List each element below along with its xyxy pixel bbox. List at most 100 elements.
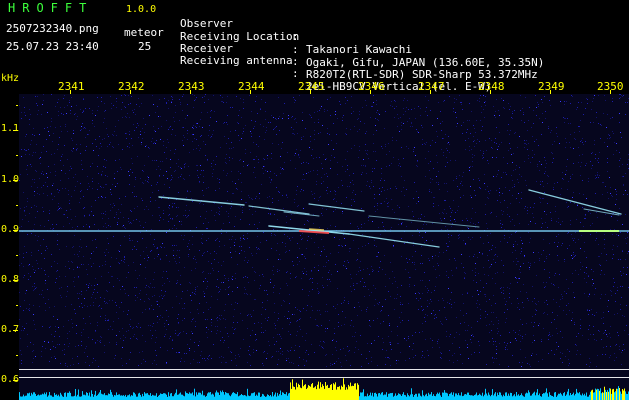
noise-pixel (426, 240, 427, 241)
noise-pixel (289, 238, 290, 239)
noise-pixel (51, 254, 52, 255)
noise-pixel (533, 123, 534, 124)
noise-pixel (174, 121, 175, 122)
noise-pixel (247, 277, 248, 278)
noise-pixel (81, 332, 82, 333)
noise-pixel (42, 326, 43, 327)
noise-pixel (546, 258, 547, 259)
noise-pixel (240, 348, 241, 349)
noise-pixel (232, 158, 233, 159)
noise-pixel (87, 189, 88, 190)
noise-pixel (355, 347, 356, 348)
noise-pixel (69, 200, 70, 201)
noise-pixel (280, 167, 281, 168)
noise-pixel (231, 352, 232, 353)
noise-pixel (247, 233, 248, 234)
noise-pixel (382, 338, 383, 339)
noise-pixel (292, 314, 293, 315)
strip-bar (133, 392, 134, 400)
noise-pixel (507, 214, 508, 215)
noise-pixel (107, 291, 108, 292)
noise-pixel (382, 306, 383, 307)
noise-pixel (67, 366, 68, 367)
strip-bar (248, 395, 249, 400)
noise-pixel (316, 325, 317, 326)
noise-pixel (143, 359, 144, 360)
noise-pixel (30, 114, 31, 115)
noise-pixel (301, 254, 302, 255)
strip-bar (563, 393, 564, 400)
noise-pixel (589, 293, 590, 294)
noise-pixel (130, 338, 131, 339)
noise-pixel (34, 135, 35, 136)
noise-pixel (265, 119, 266, 120)
strip-bar (380, 394, 381, 400)
noise-pixel (24, 210, 25, 211)
noise-pixel (418, 218, 419, 219)
noise-pixel (95, 200, 96, 201)
noise-pixel (202, 97, 203, 98)
noise-pixel (565, 147, 566, 148)
noise-pixel (487, 228, 488, 229)
noise-pixel (527, 149, 528, 150)
strip-bar (415, 393, 416, 400)
noise-pixel (492, 148, 493, 149)
noise-pixel (586, 273, 587, 274)
noise-pixel (163, 219, 164, 220)
noise-pixel (55, 347, 56, 348)
noise-pixel (555, 206, 556, 207)
noise-pixel (231, 148, 232, 149)
noise-pixel (175, 170, 176, 171)
noise-pixel (256, 196, 257, 197)
noise-pixel (136, 287, 137, 288)
noise-pixel (422, 293, 423, 294)
noise-pixel (114, 358, 115, 359)
noise-pixel (235, 130, 236, 131)
noise-pixel (394, 309, 395, 310)
noise-pixel (312, 194, 313, 195)
noise-pixel (290, 210, 291, 211)
noise-pixel (128, 265, 129, 266)
noise-pixel (439, 310, 440, 311)
noise-pixel (41, 114, 42, 115)
noise-pixel (504, 200, 505, 201)
noise-pixel (25, 154, 26, 155)
noise-pixel (320, 314, 321, 315)
noise-pixel (483, 95, 484, 96)
strip-bar (298, 383, 299, 400)
noise-pixel (65, 365, 66, 366)
noise-pixel (284, 316, 285, 317)
noise-pixel (525, 180, 526, 181)
noise-pixel (86, 269, 87, 270)
noise-pixel (553, 187, 554, 188)
noise-pixel (139, 106, 140, 107)
noise-pixel (625, 190, 626, 191)
noise-pixel (99, 305, 100, 306)
noise-pixel (100, 340, 101, 341)
noise-pixel (139, 221, 140, 222)
noise-pixel (386, 154, 387, 155)
noise-pixel (299, 261, 300, 262)
noise-pixel (249, 346, 250, 347)
noise-pixel (567, 248, 568, 249)
noise-pixel (400, 166, 401, 167)
noise-pixel (425, 144, 426, 145)
noise-pixel (585, 165, 586, 166)
noise-pixel (265, 309, 266, 310)
strip-bar (604, 386, 605, 400)
strip-bar (291, 388, 292, 400)
noise-pixel (178, 334, 179, 335)
noise-pixel (43, 193, 44, 194)
noise-pixel (491, 321, 492, 322)
noise-pixel (281, 305, 282, 306)
noise-pixel (157, 304, 158, 305)
noise-pixel (550, 212, 551, 213)
noise-pixel (230, 107, 231, 108)
noise-pixel (92, 188, 93, 189)
noise-pixel (102, 218, 103, 219)
noise-pixel (194, 293, 195, 294)
noise-pixel (169, 187, 170, 188)
noise-pixel (446, 213, 447, 214)
noise-pixel (101, 146, 102, 147)
noise-pixel (622, 176, 623, 177)
